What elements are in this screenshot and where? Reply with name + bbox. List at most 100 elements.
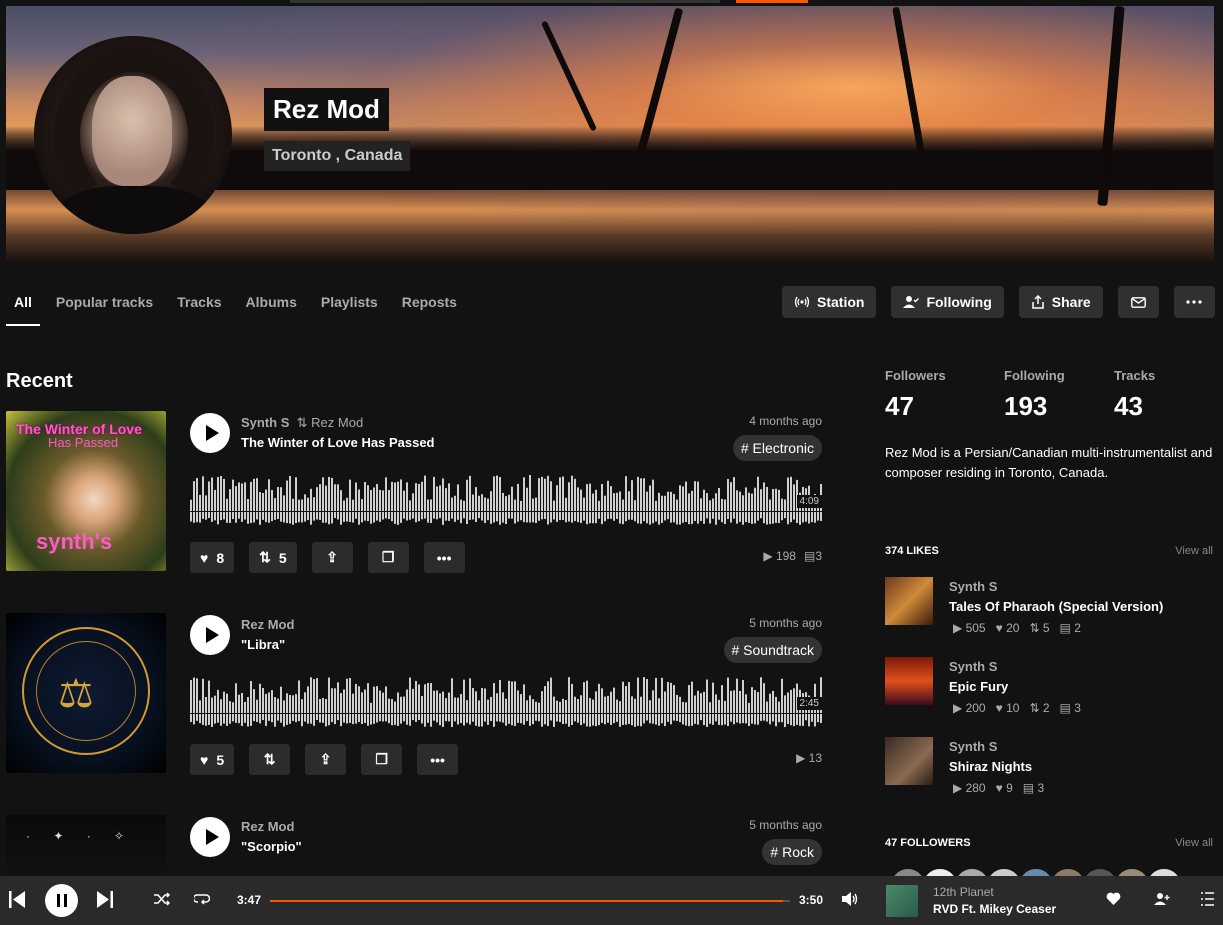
waveform[interactable] (190, 675, 822, 727)
repost-button[interactable]: ⇅ 5 (249, 542, 297, 573)
play-button[interactable] (190, 413, 230, 453)
track-title[interactable]: The Winter of Love Has Passed (241, 435, 435, 450)
liked-track[interactable]: Synth S Shiraz Nights ▶ 280 ♥ 9 ▤ 3 (885, 737, 1215, 797)
share-track-button[interactable]: ⇪ (305, 744, 347, 775)
waveform-bar (313, 497, 315, 521)
next-button[interactable] (97, 891, 113, 908)
now-playing-title[interactable]: RVD Ft. Mikey Ceaser (933, 902, 1056, 916)
queue-button[interactable] (1201, 892, 1214, 906)
waveform[interactable] (190, 473, 822, 525)
waveform-bar (481, 688, 483, 727)
share-button[interactable]: Share (1018, 286, 1103, 318)
like-now-playing-button[interactable] (1106, 892, 1121, 905)
skip-back-icon (9, 891, 25, 908)
liked-track-title[interactable]: Tales Of Pharaoh (Special Version) (949, 599, 1163, 614)
progress-bar[interactable] (270, 900, 790, 902)
previous-button[interactable] (9, 891, 25, 908)
tracks-stat[interactable]: Tracks 43 (1114, 368, 1155, 422)
following-stat[interactable]: Following 193 (1004, 368, 1065, 422)
waveform-bar (409, 500, 411, 520)
liked-track[interactable]: Synth S Tales Of Pharaoh (Special Versio… (885, 577, 1215, 637)
waveform-bar (451, 497, 453, 519)
copy-link-button[interactable]: ❐ (367, 542, 409, 573)
waveform-bar (538, 478, 540, 521)
waveform-bar (190, 680, 192, 723)
track-title[interactable]: "Libra" (241, 637, 285, 652)
waveform-bar (730, 690, 732, 722)
waveform-bar (691, 681, 693, 726)
repeat-button[interactable] (194, 892, 210, 906)
following-button[interactable]: Following (891, 286, 1004, 318)
play-button[interactable] (190, 817, 230, 857)
tab-all[interactable]: All (6, 292, 40, 326)
liked-track-title[interactable]: Shiraz Nights (949, 759, 1032, 774)
artist-avatar[interactable] (34, 36, 232, 234)
waveform-bar (742, 679, 744, 724)
waveform-bar (256, 699, 258, 722)
tab-tracks[interactable]: Tracks (169, 292, 229, 326)
waveform-bar (628, 491, 630, 520)
play-count-value: 13 (808, 751, 822, 765)
stat-label: Following (1004, 368, 1065, 383)
player-bar: 3:47 3:50 12th Planet RVD Ft. Mikey Ceas… (0, 876, 1223, 925)
tab-albums[interactable]: Albums (238, 292, 305, 326)
liked-track-title[interactable]: Epic Fury (949, 679, 1008, 694)
waveform-bar (307, 686, 309, 724)
shuffle-button[interactable] (154, 892, 170, 906)
track-user[interactable]: Synth S ⇅ Rez Mod (241, 415, 363, 431)
volume-button[interactable] (842, 891, 859, 907)
comment-count[interactable]: ▤3 (804, 549, 822, 563)
track-title[interactable]: "Scorpio" (241, 839, 302, 854)
liked-track-artwork[interactable] (885, 657, 933, 705)
like-button[interactable]: ♥ 8 (190, 542, 235, 573)
track-user[interactable]: Rez Mod (241, 819, 294, 834)
track-artwork[interactable]: The Winter of Love Has Passed synth's (6, 411, 166, 571)
more-button[interactable]: ••• (417, 744, 459, 775)
follow-artist-button[interactable] (1154, 892, 1170, 906)
share-track-button[interactable]: ⇪ (311, 542, 353, 573)
track-artwork[interactable]: · ✦ · ✧ (6, 815, 166, 875)
waveform-bar (478, 495, 480, 519)
like-button[interactable]: ♥ 5 (190, 744, 235, 775)
waveform-bar (280, 487, 282, 522)
track-user[interactable]: Rez Mod (241, 617, 294, 632)
station-button[interactable]: Station (782, 286, 877, 318)
tab-reposts[interactable]: Reposts (394, 292, 465, 326)
waveform-bar (292, 695, 294, 722)
now-playing-artwork[interactable] (886, 885, 918, 917)
liked-track-user[interactable]: Synth S (949, 579, 997, 594)
repost-button[interactable]: ⇅ (249, 744, 291, 775)
waveform-bar (565, 700, 567, 724)
libra-scale-icon: ⚖ (58, 672, 94, 716)
more-options-button[interactable] (1173, 286, 1215, 318)
track-item: · ✦ · ✧ Rez Mod "Scorpio" 5 months ago #… (6, 815, 822, 875)
tab-playlists[interactable]: Playlists (313, 292, 386, 326)
liked-track-artwork[interactable] (885, 737, 933, 785)
like-count: ♥ 9 (996, 781, 1013, 795)
message-button[interactable] (1117, 286, 1159, 318)
waveform-bar (652, 690, 654, 724)
liked-track[interactable]: Synth S Epic Fury ▶ 200 ♥ 10 ⇅ 2 ▤ 3 (885, 657, 1215, 717)
pause-button[interactable] (45, 884, 78, 917)
track-date: 4 months ago (749, 414, 822, 428)
genre-tag[interactable]: # Soundtrack (723, 637, 822, 663)
liked-track-user[interactable]: Synth S (949, 659, 997, 674)
now-playing-artist[interactable]: 12th Planet (933, 885, 994, 899)
waveform-bar (475, 487, 477, 523)
genre-tag[interactable]: # Electronic (732, 435, 822, 461)
followers-stat[interactable]: Followers 47 (885, 368, 946, 422)
waveform-bar (751, 493, 753, 524)
likes-view-all-link[interactable]: View all (1175, 545, 1213, 557)
play-button[interactable] (190, 615, 230, 655)
waveform-bar (514, 681, 516, 727)
followers-view-all-link[interactable]: View all (1175, 837, 1213, 849)
liked-track-artwork[interactable] (885, 577, 933, 625)
track-artwork[interactable]: ⚖ (6, 613, 166, 773)
tab-popular-tracks[interactable]: Popular tracks (48, 292, 161, 326)
waveform-bar (400, 479, 402, 523)
liked-track-user[interactable]: Synth S (949, 739, 997, 754)
more-button[interactable]: ••• (423, 542, 465, 573)
waveform-bar (604, 495, 606, 522)
copy-link-button[interactable]: ❐ (361, 744, 403, 775)
genre-tag[interactable]: # Rock (762, 839, 822, 865)
